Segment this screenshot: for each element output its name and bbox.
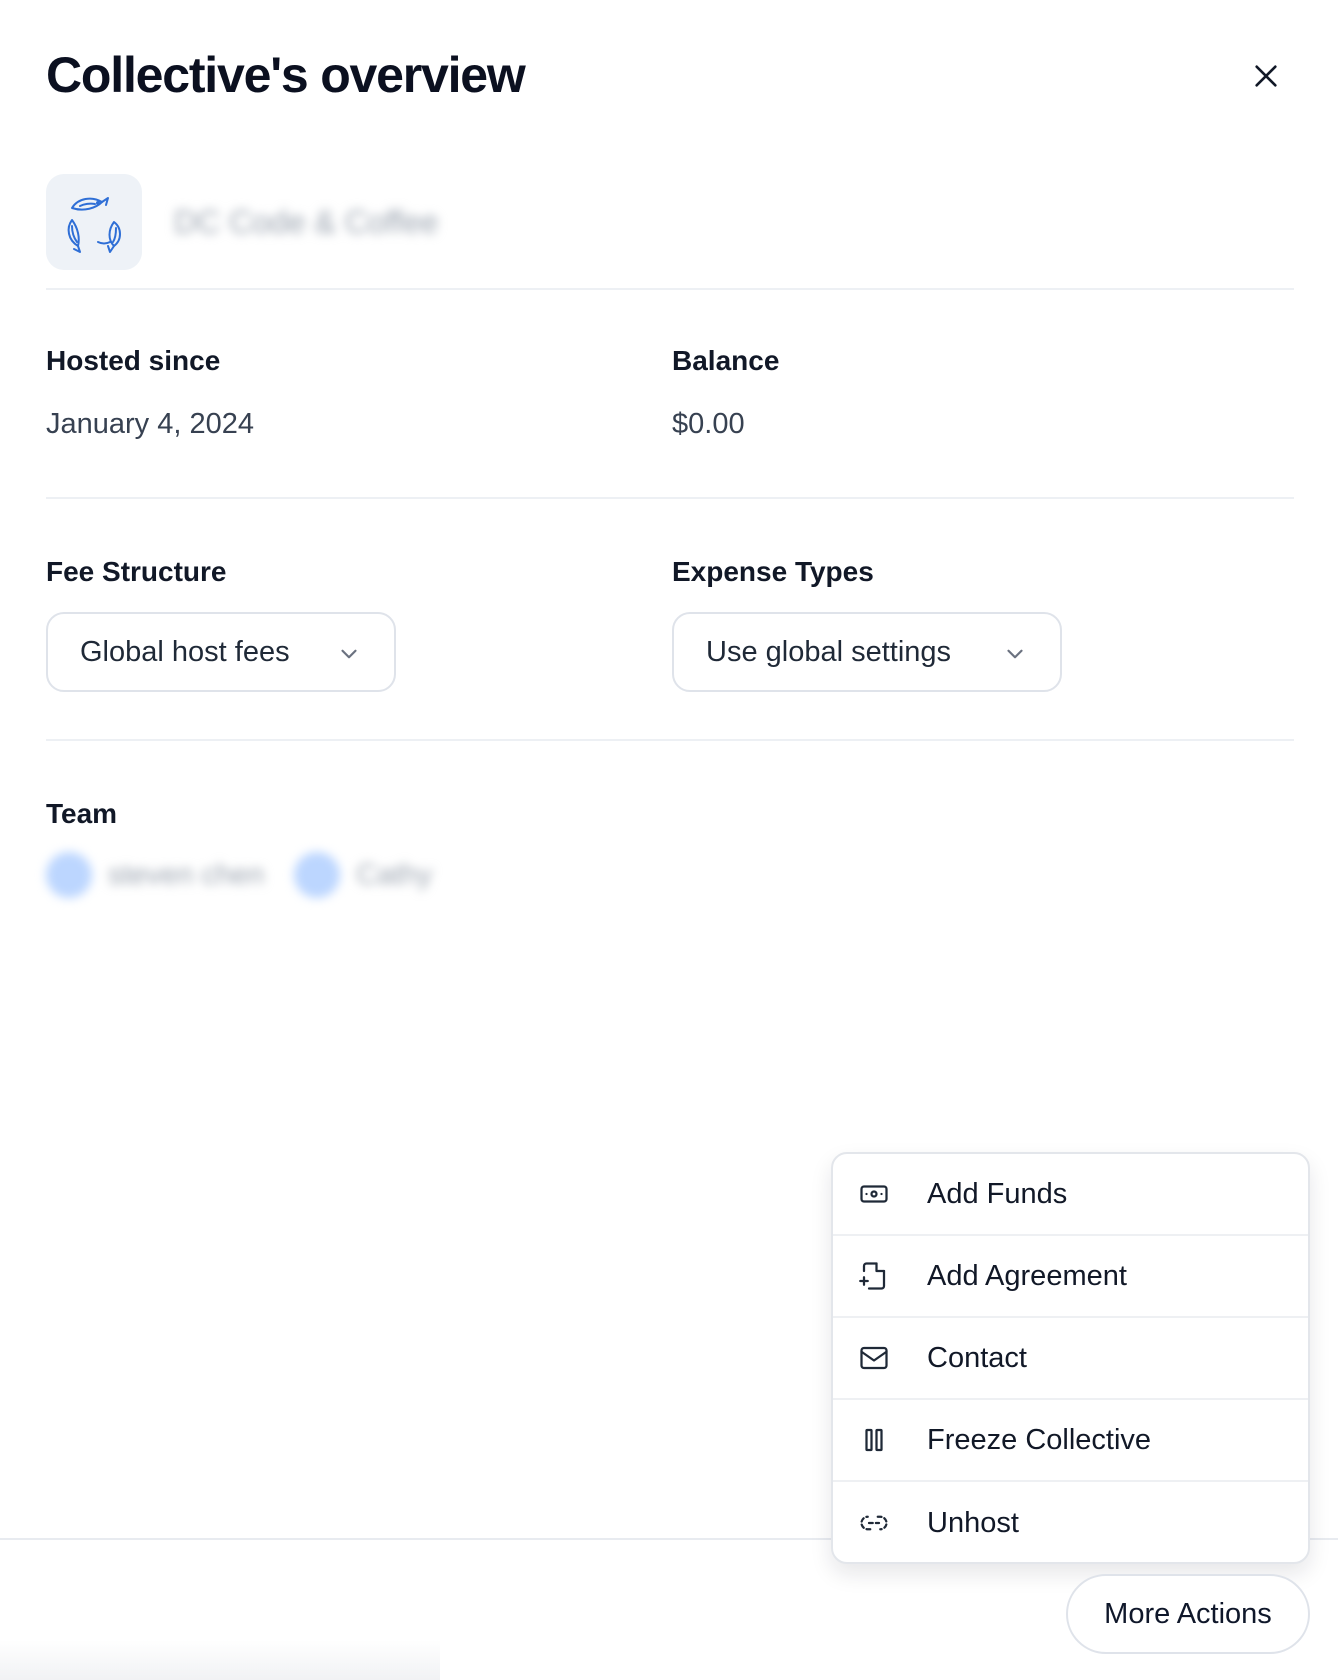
menu-item-add-agreement[interactable]: Add Agreement — [833, 1236, 1308, 1318]
fee-structure-label: Fee Structure — [46, 556, 227, 587]
divider — [46, 497, 1294, 499]
balance-value: $0.00 — [672, 408, 745, 440]
mail-icon — [857, 1341, 891, 1375]
chevron-down-icon — [1007, 649, 1023, 659]
team-member-name: steven chen — [108, 858, 265, 891]
file-plus-icon — [857, 1259, 891, 1293]
avatar — [46, 852, 92, 898]
fee-structure-select[interactable]: Global host fees — [46, 612, 396, 692]
fee-structure-value: Global host fees — [80, 635, 290, 668]
expense-types-value: Use global settings — [706, 635, 952, 668]
team-member[interactable]: Cathy — [294, 852, 432, 898]
expense-types-label: Expense Types — [672, 556, 874, 587]
menu-item-unhost[interactable]: Unhost — [833, 1482, 1308, 1562]
avatar — [294, 852, 341, 898]
team-member[interactable]: steven chen — [46, 852, 264, 898]
menu-item-contact[interactable]: Contact — [833, 1318, 1308, 1400]
hosted-since-value: January 4, 2024 — [46, 408, 254, 440]
menu-item-label: Freeze Collective — [927, 1423, 1152, 1456]
menu-item-add-funds[interactable]: Add Funds — [833, 1154, 1308, 1236]
team-member-name: Cathy — [356, 858, 433, 891]
team-members: steven chen Cathy — [46, 852, 462, 898]
more-actions-menu: Add Funds Add Agreement Contact Freeze C… — [831, 1152, 1310, 1564]
balance-label: Balance — [672, 345, 780, 376]
close-icon — [1255, 65, 1277, 87]
collective-identity: DC Code & Coffee — [46, 174, 438, 270]
menu-item-label: Unhost — [927, 1506, 1019, 1539]
divider — [46, 739, 1294, 741]
collective-overview-drawer: Collective's overview DC Code & Coffee H… — [0, 0, 1338, 1680]
pause-icon — [857, 1423, 891, 1457]
bottom-shadow — [0, 1640, 440, 1680]
expense-types-select[interactable]: Use global settings — [672, 612, 1062, 692]
money-icon — [857, 1177, 891, 1211]
menu-item-freeze-collective[interactable]: Freeze Collective — [833, 1400, 1308, 1482]
collective-logo-icon — [67, 197, 121, 253]
menu-item-label: Add Agreement — [927, 1259, 1127, 1292]
page-title: Collective's overview — [46, 47, 526, 103]
collective-avatar[interactable] — [46, 174, 142, 270]
chevron-down-icon — [341, 649, 357, 659]
collective-name: DC Code & Coffee — [174, 203, 439, 240]
hosted-since-label: Hosted since — [46, 345, 221, 376]
menu-item-label: Contact — [927, 1341, 1027, 1374]
team-label: Team — [46, 798, 118, 829]
more-actions-button[interactable]: More Actions — [1066, 1574, 1310, 1654]
unlink-icon — [857, 1506, 891, 1540]
divider — [46, 288, 1294, 290]
menu-item-label: Add Funds — [927, 1177, 1068, 1210]
close-button[interactable] — [1244, 54, 1288, 98]
